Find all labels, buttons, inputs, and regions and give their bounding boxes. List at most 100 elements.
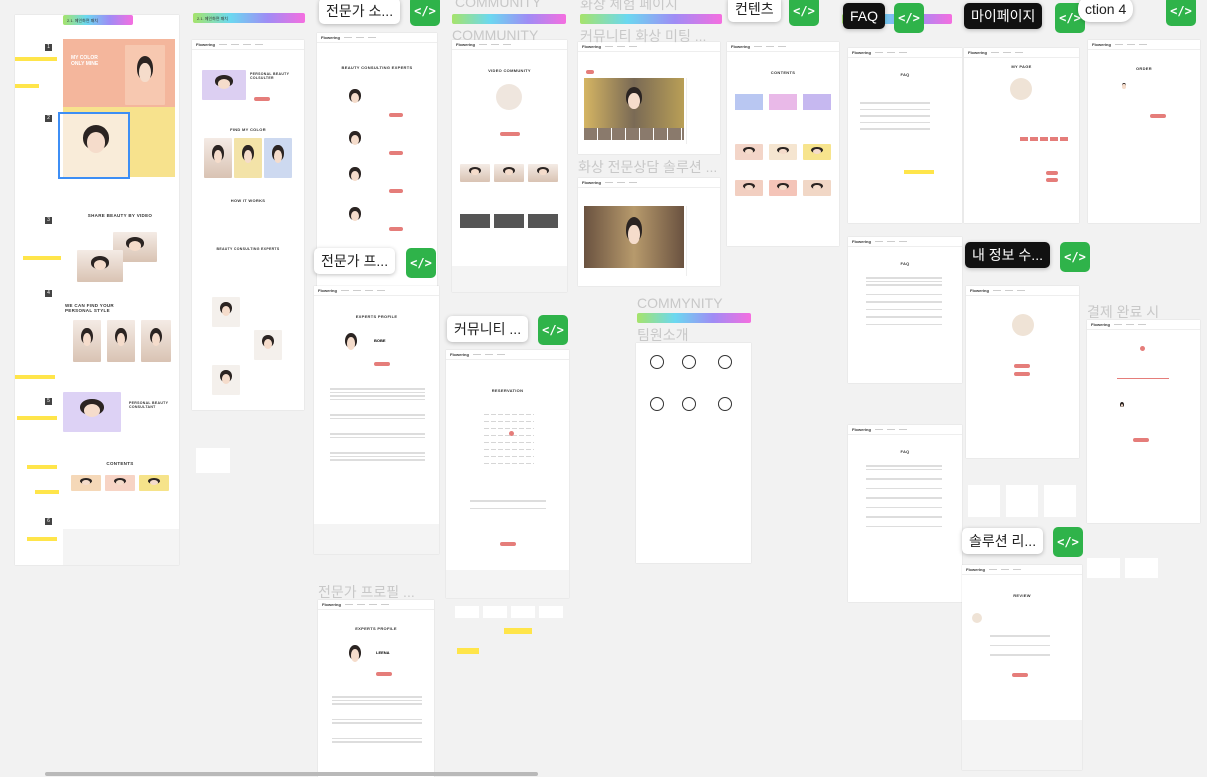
frame-tag-my-info[interactable]: 내 정보 수...: [965, 242, 1050, 268]
frame-tag-community[interactable]: 커뮤니티 ...: [447, 316, 529, 342]
content-card[interactable]: [735, 180, 763, 196]
book-button[interactable]: [376, 672, 392, 676]
action-button[interactable]: [1046, 171, 1058, 175]
book-button[interactable]: [389, 113, 403, 117]
expert-photo: [212, 365, 240, 395]
code-icon[interactable]: </>: [1166, 0, 1196, 26]
site-header: Flowering: [966, 286, 1079, 296]
frame-tag-faq[interactable]: FAQ: [843, 3, 886, 29]
code-icon[interactable]: </>: [789, 0, 819, 26]
expert-name: BOBE: [374, 338, 386, 343]
component-cards[interactable]: [196, 448, 230, 473]
frame-tag-solution[interactable]: 솔루션 리...: [962, 528, 1044, 554]
video-thumb: [494, 164, 524, 182]
frame-label[interactable]: COMMYNITY: [637, 295, 723, 311]
code-icon[interactable]: </>: [410, 0, 440, 26]
content-card[interactable]: [735, 94, 763, 110]
book-button[interactable]: [389, 189, 403, 193]
book-button[interactable]: [389, 227, 403, 231]
form-fields[interactable]: [470, 498, 546, 511]
frame-tag-mypage[interactable]: 마이페이지: [964, 3, 1043, 29]
content-card[interactable]: [803, 94, 831, 110]
section-gradient-bar: [452, 14, 566, 24]
contents-board[interactable]: Flowering CONTENTS: [727, 42, 839, 246]
content-card[interactable]: [803, 180, 831, 196]
content-card[interactable]: [769, 180, 797, 196]
join-button[interactable]: [500, 132, 520, 136]
code-icon[interactable]: </>: [406, 248, 436, 278]
cta-button[interactable]: [254, 97, 270, 101]
frame-tag-expert-consult[interactable]: 전문가 소...: [319, 0, 401, 24]
frame-tag-expert-profile[interactable]: 전문가 프...: [314, 248, 396, 274]
faq-board-1[interactable]: Flowering FAQ: [848, 48, 962, 223]
order-board[interactable]: Flowering ORDER: [1088, 40, 1200, 223]
order-item-image: [1117, 400, 1127, 412]
submit-button[interactable]: [1012, 673, 1028, 677]
video-community-board[interactable]: Flowering VIDEO COMMUNITY: [452, 40, 567, 292]
code-icon[interactable]: </>: [1060, 242, 1090, 272]
reservation-board[interactable]: Flowering RESERVATION: [446, 350, 569, 598]
component-cards[interactable]: [968, 485, 1078, 517]
frame-label[interactable]: COMMUNITY: [452, 27, 538, 43]
style-photo: [73, 320, 101, 362]
component-cards[interactable]: [455, 606, 565, 618]
order-button[interactable]: [1150, 114, 1166, 118]
component-cards[interactable]: [1087, 558, 1163, 578]
expert-profile-board[interactable]: Flowering EXPERTS PROFILE BOBE: [314, 286, 439, 554]
expert-profile-2-board[interactable]: Flowering EXPERTS PROFILE LEENA: [318, 600, 434, 777]
payment-complete-board[interactable]: Flowering: [1087, 320, 1200, 523]
calendar-grid[interactable]: [484, 414, 534, 464]
selected-date[interactable]: [509, 431, 514, 436]
content-card[interactable]: [803, 144, 831, 160]
video-meeting-board[interactable]: Flowering: [578, 42, 720, 154]
video-thumb: [528, 164, 558, 182]
page-title: EXPERTS PROFILE: [355, 626, 397, 631]
faq-board-3[interactable]: Flowering FAQ: [848, 425, 962, 602]
code-icon[interactable]: </>: [1053, 527, 1083, 557]
faq-board-2[interactable]: Flowering FAQ: [848, 237, 962, 383]
frame-label[interactable]: 화상 전문상담 솔루션 ...: [578, 157, 717, 177]
sticky-note: [15, 84, 39, 88]
mypage-board[interactable]: Flowering MY PAGE: [964, 48, 1079, 223]
main-page-board[interactable]: 2.1. 메인화면 패치 1 MY COLOR ONLY MINE 2 3 SH…: [15, 15, 179, 565]
content-card[interactable]: [769, 94, 797, 110]
my-info-board[interactable]: Flowering: [966, 286, 1079, 458]
frame-label[interactable]: 결제 완료 시: [1087, 302, 1159, 322]
frame-tag-section4[interactable]: ction 4: [1078, 0, 1134, 22]
frame-label[interactable]: 전문가 프로필 ...: [318, 582, 415, 602]
color-photo: [264, 138, 292, 178]
video-consult-board[interactable]: Flowering: [578, 178, 720, 286]
site-header: Flowering: [446, 350, 569, 360]
frame-label[interactable]: 팀원소개: [637, 325, 689, 345]
status-dot: [1140, 346, 1145, 351]
code-icon[interactable]: </>: [538, 315, 568, 345]
action-button[interactable]: [1046, 178, 1058, 182]
team-board[interactable]: [636, 343, 751, 563]
frame-tag-contents[interactable]: 컨텐츠: [728, 0, 781, 22]
personal-consultant-board[interactable]: Flowering PERSONAL BEAUTY COLSULTER FIND…: [192, 40, 304, 410]
frame-label[interactable]: 커뮤니티 화상 미팅 ...: [580, 26, 706, 46]
save-button[interactable]: [1014, 364, 1030, 368]
book-button[interactable]: [389, 151, 403, 155]
save-button[interactable]: [1014, 372, 1030, 376]
book-button[interactable]: [374, 362, 390, 366]
sticky-note: [904, 170, 934, 174]
expert-photo: [341, 125, 369, 157]
order-item-image: [1118, 80, 1130, 94]
review-board[interactable]: Flowering REVIEW: [962, 565, 1082, 770]
footer: [314, 524, 439, 554]
confirm-button[interactable]: [1133, 438, 1149, 442]
site-header: Flowering: [314, 286, 439, 296]
horizontal-scrollbar[interactable]: [45, 772, 538, 776]
review-form[interactable]: [990, 633, 1050, 658]
expert-photo: [340, 638, 370, 676]
frame-label[interactable]: COMMUNITY: [455, 0, 541, 10]
code-icon[interactable]: </>: [894, 3, 924, 33]
content-card[interactable]: [769, 144, 797, 160]
tab-bar[interactable]: [1020, 137, 1070, 141]
sticky-note: [27, 465, 57, 469]
content-card[interactable]: [735, 144, 763, 160]
sticky-note: [457, 648, 479, 654]
reserve-button[interactable]: [500, 542, 516, 546]
frame-label[interactable]: 화상 체험 페이지: [580, 0, 678, 14]
